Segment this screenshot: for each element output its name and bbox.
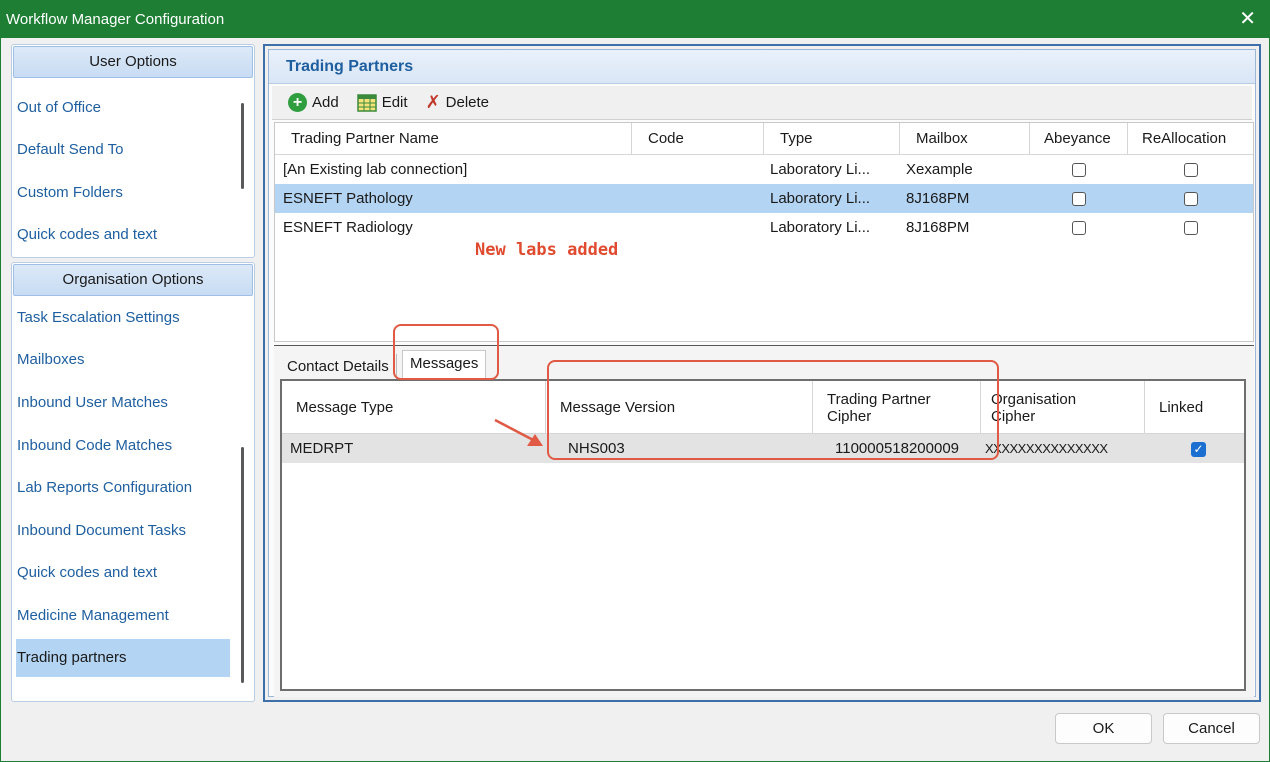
table-row[interactable]: MEDRPT NHS003 110000518200009 XXXXXXXXXX… (282, 434, 1244, 463)
cell-code (632, 155, 764, 184)
delete-label: Delete (445, 94, 490, 111)
cell-abeyance (1030, 184, 1128, 213)
user-options-header[interactable]: User Options (13, 46, 253, 78)
cell-message-type: MEDRPT (290, 440, 354, 457)
messages-grid: Message Type Message Version Trading Par… (280, 379, 1246, 691)
reallocation-checkbox[interactable] (1183, 163, 1198, 178)
annotation-new-labs: New labs added (475, 240, 619, 260)
nav-custom-folders[interactable]: Custom Folders (16, 174, 230, 212)
window-title: Workflow Manager Configuration (6, 10, 225, 28)
nav-lab-reports[interactable]: Lab Reports Configuration (16, 469, 230, 507)
add-button[interactable]: + Add (288, 93, 339, 112)
org-options-header[interactable]: Organisation Options (13, 264, 253, 296)
add-icon: + (288, 93, 307, 112)
delete-button[interactable]: ✗ Delete (426, 92, 489, 113)
cell-abeyance (1030, 213, 1128, 242)
cell-reallocation (1128, 155, 1253, 184)
edit-button[interactable]: Edit (356, 93, 408, 112)
col-header-code[interactable]: Code (632, 123, 764, 155)
nav-user-quick-codes[interactable]: Quick codes and text (16, 216, 230, 254)
toolbar: + Add Edit ✗ Delete (272, 86, 1252, 120)
close-icon[interactable]: ✕ (1239, 6, 1256, 31)
cancel-button[interactable]: Cancel (1163, 713, 1260, 744)
nav-inbound-user-matches[interactable]: Inbound User Matches (16, 384, 230, 422)
col-header-name[interactable]: Trading Partner Name (275, 123, 632, 155)
tab-contact-details[interactable]: Contact Details (280, 354, 397, 380)
user-options-group: User Options Out of Office Default Send … (11, 44, 255, 258)
cell-mailbox: 8J168PM (906, 190, 970, 207)
col-header-org-cipher[interactable]: Organisation Cipher (981, 381, 1145, 434)
cell-message-version: NHS003 (568, 440, 625, 457)
cell-type: Laboratory Li... (770, 190, 871, 207)
delete-icon: ✗ (425, 92, 441, 112)
edit-label: Edit (381, 94, 408, 111)
linked-checkbox[interactable]: ✓ (1191, 441, 1206, 457)
cell-type: Laboratory Li... (770, 161, 871, 178)
org-options-group: Organisation Options Task Escalation Set… (11, 262, 255, 702)
table-row[interactable]: ESNEFT Pathology Laboratory Li... 8J168P… (275, 184, 1253, 213)
cell-name: ESNEFT Pathology (283, 190, 413, 207)
add-label: Add (312, 94, 339, 111)
user-options-scrollbar[interactable] (241, 103, 244, 189)
trading-partners-panel: Trading Partners + Add Edit ✗ Delete Tra… (263, 44, 1261, 702)
edit-grid-icon (356, 93, 377, 112)
col-header-tp-cipher[interactable]: Trading Partner Cipher (813, 381, 981, 434)
nav-inbound-document-tasks[interactable]: Inbound Document Tasks (16, 512, 230, 550)
nav-trading-partners[interactable]: Trading partners (16, 639, 230, 677)
cell-linked: ✓ (1145, 434, 1244, 463)
cell-mailbox: Xexample (906, 161, 973, 178)
col-header-linked[interactable]: Linked (1145, 381, 1244, 434)
col-header-message-version[interactable]: Message Version (546, 381, 813, 434)
nav-medicine-management[interactable]: Medicine Management (16, 597, 230, 635)
org-options-scrollbar[interactable] (241, 447, 244, 683)
cell-code (632, 184, 764, 213)
abeyance-checkbox[interactable] (1072, 192, 1086, 207)
cell-mailbox: 8J168PM (906, 219, 970, 236)
abeyance-checkbox[interactable] (1072, 163, 1086, 178)
detail-tabs: Contact Details Messages Message Type Me… (274, 345, 1254, 697)
trading-partners-grid: Trading Partner Name Code Type Mailbox A… (274, 122, 1254, 342)
title-bar: Workflow Manager Configuration ✕ (0, 0, 1270, 38)
cell-tp-cipher: 110000518200009 (835, 440, 960, 457)
cell-name: [An Existing lab connection] (283, 161, 468, 178)
messages-grid-header: Message Type Message Version Trading Par… (282, 381, 1244, 434)
col-header-abeyance[interactable]: Abeyance (1030, 123, 1128, 155)
cell-reallocation (1128, 213, 1253, 242)
nav-mailboxes[interactable]: Mailboxes (16, 341, 230, 379)
cell-reallocation (1128, 184, 1253, 213)
table-row[interactable]: [An Existing lab connection] Laboratory … (275, 155, 1253, 184)
cell-abeyance (1030, 155, 1128, 184)
reallocation-checkbox[interactable] (1183, 221, 1198, 236)
reallocation-checkbox[interactable] (1183, 192, 1198, 207)
table-row[interactable]: ESNEFT Radiology Laboratory Li... 8J168P… (275, 213, 1253, 242)
section-title: Trading Partners (269, 50, 1255, 84)
ok-button[interactable]: OK (1055, 713, 1152, 744)
dialog-body: User Options Out of Office Default Send … (0, 38, 1270, 762)
nav-task-escalation[interactable]: Task Escalation Settings (16, 299, 230, 337)
nav-org-quick-codes[interactable]: Quick codes and text (16, 554, 230, 592)
cell-org-cipher: XXXXXXXXXXXXXXX (985, 441, 1108, 456)
col-header-reallocation[interactable]: ReAllocation (1128, 123, 1253, 155)
options-panel: User Options Out of Office Default Send … (11, 44, 255, 702)
nav-default-send-to[interactable]: Default Send To (16, 131, 230, 169)
nav-inbound-code-matches[interactable]: Inbound Code Matches (16, 427, 230, 465)
cell-code (632, 213, 764, 242)
abeyance-checkbox[interactable] (1072, 221, 1086, 236)
col-header-message-type[interactable]: Message Type (282, 381, 546, 434)
trading-partners-inner: Trading Partners + Add Edit ✗ Delete Tra… (268, 49, 1256, 697)
cell-name: ESNEFT Radiology (283, 219, 413, 236)
grid-header: Trading Partner Name Code Type Mailbox A… (275, 123, 1253, 155)
nav-out-of-office[interactable]: Out of Office (16, 89, 230, 127)
cell-type: Laboratory Li... (770, 219, 871, 236)
col-header-mailbox[interactable]: Mailbox (900, 123, 1030, 155)
col-header-type[interactable]: Type (764, 123, 900, 155)
tab-messages[interactable]: Messages (402, 350, 487, 380)
